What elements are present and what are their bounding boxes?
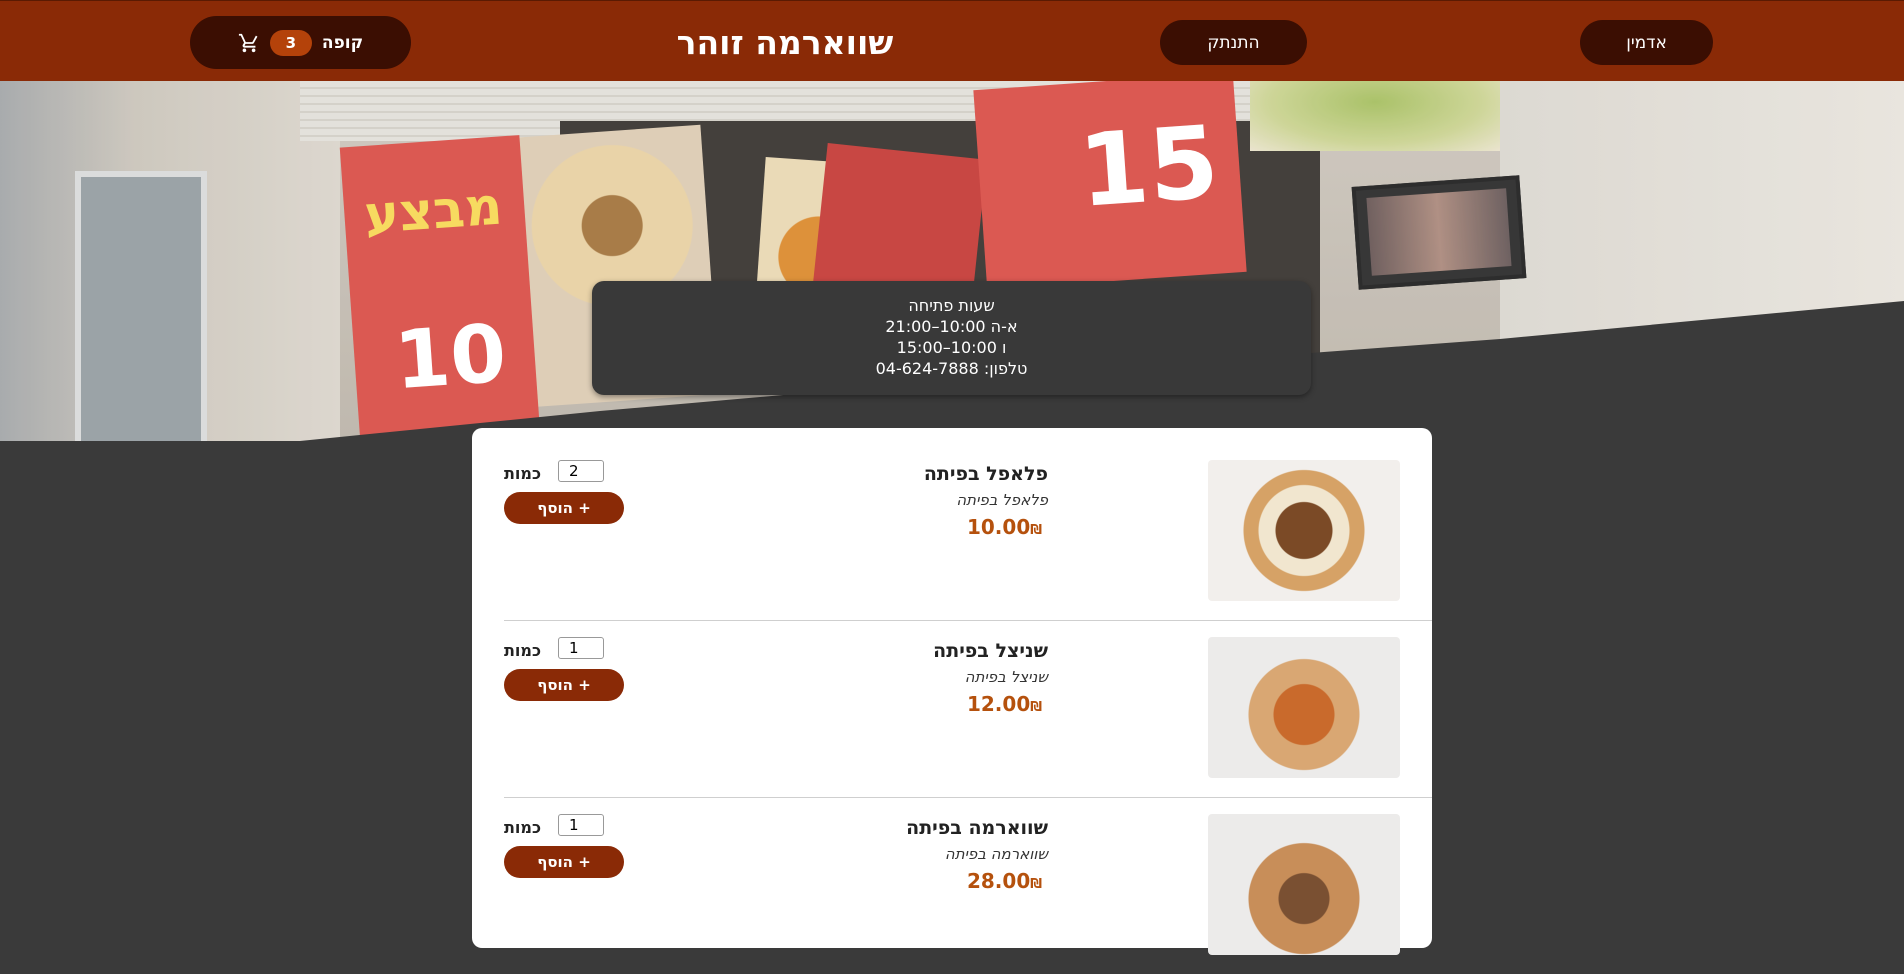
item-name: שניצל בפיתה	[933, 640, 1048, 662]
cart-button[interactable]: קופה 3	[190, 16, 411, 69]
hours-phone: טלפון: 04-624-7888	[875, 359, 1028, 378]
site-title: שווארמה זוהר	[676, 23, 894, 62]
hours-weekdays: א-ה 10:00–21:00	[885, 317, 1018, 336]
quantity-label: כמות	[504, 818, 542, 837]
shawarma-pita-image	[1208, 814, 1400, 955]
admin-button[interactable]: אדמין	[1580, 20, 1713, 65]
opening-hours-box: שעות פתיחה א-ה 10:00–21:00 ו 10:00–15:00…	[592, 281, 1311, 395]
item-divider	[504, 797, 1432, 798]
add-to-cart-button[interactable]: + הוסף	[504, 846, 624, 878]
add-to-cart-button[interactable]: + הוסף	[504, 669, 624, 701]
item-price: 10.00₪	[967, 515, 1048, 539]
item-price-value: 12.00	[966, 692, 1031, 716]
quantity-input[interactable]	[558, 460, 604, 482]
item-price: 28.00₪	[967, 869, 1048, 893]
item-description: שווארמה בפיתה	[944, 845, 1048, 863]
item-description: פלאפל בפיתה	[956, 491, 1048, 509]
menu-item: שווארמה בפיתה שווארמה בפיתה 28.00₪ כמות …	[504, 814, 1400, 974]
hours-friday: ו 10:00–15:00	[896, 338, 1007, 357]
top-header: קופה 3 שווארמה זוהר התנתק אדמין	[0, 0, 1904, 81]
menu-item: פלאפל בפיתה פלאפל בפיתה 10.00₪ כמות + הו…	[504, 460, 1400, 620]
item-name: שווארמה בפיתה	[906, 817, 1048, 839]
item-price: 12.00₪	[967, 692, 1048, 716]
falafel-pita-image	[1208, 460, 1400, 601]
item-price-value: 28.00	[966, 869, 1031, 893]
currency-symbol: ₪	[1030, 523, 1042, 538]
currency-symbol: ₪	[1030, 877, 1042, 892]
item-price-value: 10.00	[966, 515, 1031, 539]
quantity-label: כמות	[504, 641, 542, 660]
shopping-cart-icon	[238, 33, 258, 52]
menu-item: שניצל בפיתה שניצל בפיתה 12.00₪ כמות + הו…	[504, 637, 1400, 797]
item-description: שניצל בפיתה	[964, 668, 1048, 686]
schnitzel-pita-image	[1208, 637, 1400, 778]
cart-label: קופה	[321, 32, 364, 53]
add-to-cart-button[interactable]: + הוסף	[504, 492, 624, 524]
item-name: פלאפל בפיתה	[923, 463, 1048, 485]
hours-title: שעות פתיחה	[908, 296, 995, 315]
menu-card: פלאפל בפיתה פלאפל בפיתה 10.00₪ כמות + הו…	[472, 428, 1432, 955]
logout-button[interactable]: התנתק	[1160, 20, 1307, 65]
cart-count-badge: 3	[269, 29, 312, 56]
currency-symbol: ₪	[1030, 700, 1042, 715]
quantity-label: כמות	[504, 464, 542, 483]
quantity-input[interactable]	[558, 637, 604, 659]
quantity-input[interactable]	[558, 814, 604, 836]
item-divider	[504, 620, 1432, 621]
